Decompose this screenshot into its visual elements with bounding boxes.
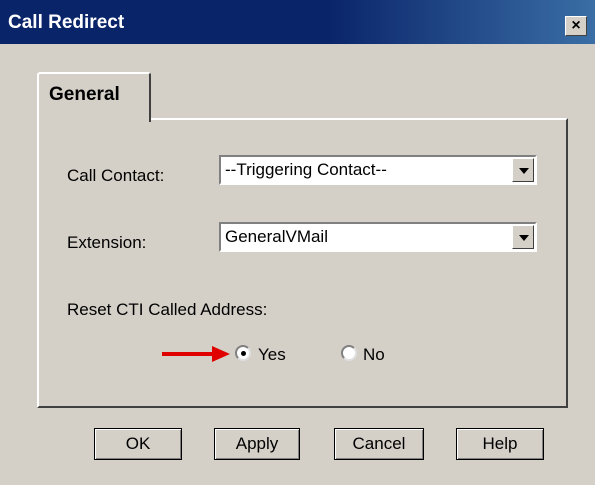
tab-general[interactable]: General: [37, 72, 151, 122]
radio-no-label[interactable]: No: [363, 345, 385, 365]
title-bar: Call Redirect ×: [0, 0, 595, 44]
cancel-button[interactable]: Cancel: [334, 428, 424, 460]
help-button[interactable]: Help: [456, 428, 544, 460]
radio-yes-dot: [241, 351, 246, 356]
call-contact-value: --Triggering Contact--: [225, 160, 387, 179]
radio-yes-label[interactable]: Yes: [258, 345, 286, 365]
extension-value: GeneralVMail: [225, 227, 328, 246]
chevron-down-icon[interactable]: [512, 158, 534, 182]
red-arrow-icon: [162, 346, 230, 362]
extension-dropdown[interactable]: GeneralVMail: [219, 222, 537, 252]
extension-label: Extension:: [67, 233, 147, 252]
radio-no[interactable]: [341, 345, 357, 361]
radio-yes[interactable]: [235, 345, 251, 361]
apply-button[interactable]: Apply: [214, 428, 300, 460]
call-contact-label: Call Contact:: [67, 166, 165, 185]
window-title: Call Redirect: [8, 12, 125, 33]
ok-button[interactable]: OK: [94, 428, 182, 460]
close-button[interactable]: ×: [565, 16, 587, 36]
close-icon: ×: [571, 17, 581, 34]
tab-general-label: General: [49, 84, 120, 105]
reset-cti-label: Reset CTI Called Address:: [67, 300, 268, 319]
call-contact-dropdown[interactable]: --Triggering Contact--: [219, 155, 537, 185]
call-redirect-dialog: Call Redirect × General Call Contact: --…: [0, 0, 595, 485]
chevron-down-icon[interactable]: [512, 225, 534, 249]
